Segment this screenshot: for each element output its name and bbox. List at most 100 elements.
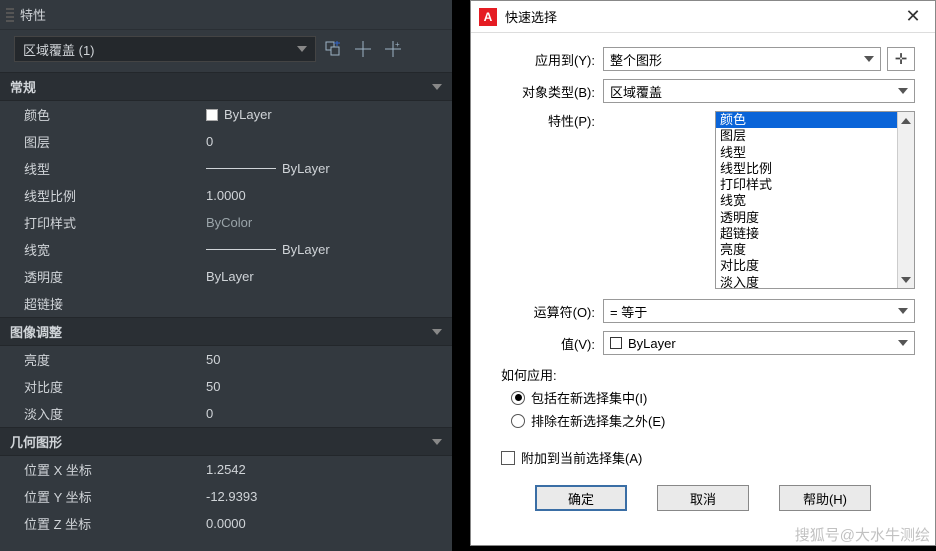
- object-type-label: 对象类型(B):: [491, 82, 603, 101]
- list-item[interactable]: 图层: [716, 128, 897, 144]
- properties-label: 特性(P):: [491, 111, 603, 130]
- properties-title: 特性: [20, 5, 46, 24]
- prop-label-plotstyle: 打印样式: [0, 209, 200, 236]
- object-type-selector-value: 区域覆盖 (1): [23, 40, 95, 59]
- list-item[interactable]: 透明度: [716, 210, 897, 226]
- list-item[interactable]: 对比度: [716, 258, 897, 274]
- pick-objects-button[interactable]: ✛: [887, 47, 915, 71]
- prop-label-transparency: 透明度: [0, 263, 200, 290]
- quick-select-icon: +: [385, 41, 401, 57]
- list-item[interactable]: 线型比例: [716, 161, 897, 177]
- prop-value-brightness[interactable]: 50: [200, 346, 452, 373]
- triangle-up-icon: [901, 118, 911, 124]
- append-checkbox[interactable]: [501, 451, 515, 465]
- apply-to-select[interactable]: 整个图形: [603, 47, 881, 71]
- value-select[interactable]: ByLayer: [603, 331, 915, 355]
- operator-select[interactable]: = 等于: [603, 299, 915, 323]
- chevron-down-icon: [297, 46, 307, 52]
- properties-title-bar[interactable]: 特性: [0, 0, 452, 30]
- list-item[interactable]: 超链接: [716, 226, 897, 242]
- chevron-down-icon: [864, 56, 874, 62]
- object-selector-row: 区域覆盖 (1) +: [0, 30, 452, 72]
- append-checkbox-label: 附加到当前选择集(A): [521, 448, 642, 467]
- listbox-scrollbar[interactable]: [897, 112, 914, 288]
- quick-select-button[interactable]: +: [380, 36, 406, 62]
- prop-value-fade[interactable]: 0: [200, 400, 452, 427]
- color-swatch-icon: [610, 337, 622, 349]
- list-item[interactable]: 亮度: [716, 242, 897, 258]
- prop-value-layer[interactable]: 0: [200, 128, 452, 155]
- list-item[interactable]: 线宽: [716, 193, 897, 209]
- select-objects-button[interactable]: [350, 36, 376, 62]
- quick-select-dialog: A 快速选择 ✕ 应用到(Y): 整个图形 ✛ 对象类型(B): 区域覆盖: [470, 0, 936, 546]
- prop-value-contrast[interactable]: 50: [200, 373, 452, 400]
- drag-grip-icon: [6, 8, 14, 22]
- value-label: 值(V):: [491, 334, 603, 353]
- list-item[interactable]: 打印样式: [716, 177, 897, 193]
- toggle-pickadd-button[interactable]: [320, 36, 346, 62]
- group-header-label: 图像调整: [10, 322, 62, 341]
- object-type-value: 区域覆盖: [610, 82, 662, 101]
- radio-include-label: 包括在新选择集中(I): [531, 388, 647, 407]
- list-item[interactable]: 线型: [716, 145, 897, 161]
- prop-value-ltscale[interactable]: 1.0000: [200, 182, 452, 209]
- list-item[interactable]: 淡入度: [716, 275, 897, 289]
- operator-value: = 等于: [610, 302, 647, 321]
- group-header-label: 几何图形: [10, 432, 62, 451]
- group-header-general[interactable]: 常规: [0, 72, 452, 101]
- prop-label-pos-y: 位置 Y 坐标: [0, 483, 200, 510]
- operator-label: 运算符(O):: [491, 302, 603, 321]
- object-type-select[interactable]: 区域覆盖: [603, 79, 915, 103]
- radio-include[interactable]: [511, 391, 525, 405]
- value-select-value: ByLayer: [628, 336, 676, 351]
- chevron-down-icon: [898, 308, 908, 314]
- toggle-pickadd-icon: [325, 41, 341, 57]
- prop-value-color[interactable]: ByLayer: [200, 101, 452, 128]
- object-type-selector[interactable]: 区域覆盖 (1): [14, 36, 316, 62]
- prop-label-brightness: 亮度: [0, 346, 200, 373]
- radio-exclude-label: 排除在新选择集之外(E): [531, 411, 665, 430]
- chevron-down-icon: [432, 84, 442, 90]
- line-sample-icon: [206, 168, 276, 169]
- close-button[interactable]: ✕: [899, 3, 927, 31]
- chevron-down-icon: [432, 329, 442, 335]
- prop-label-lineweight: 线宽: [0, 236, 200, 263]
- prop-value-linetype[interactable]: ByLayer: [200, 155, 452, 182]
- properties-listbox[interactable]: 颜色图层线型线型比例打印样式线宽透明度超链接亮度对比度淡入度位置 X 坐标: [715, 111, 915, 289]
- cancel-button[interactable]: 取消: [657, 485, 749, 511]
- include-radio-row[interactable]: 包括在新选择集中(I): [511, 388, 915, 407]
- prop-label-layer: 图层: [0, 128, 200, 155]
- prop-value-pos-z[interactable]: 0.0000: [200, 510, 452, 537]
- scroll-down-button[interactable]: [898, 271, 914, 288]
- prop-label-linetype: 线型: [0, 155, 200, 182]
- svg-text:+: +: [395, 41, 400, 49]
- close-icon: ✕: [905, 6, 920, 27]
- apply-to-value: 整个图形: [610, 50, 662, 69]
- exclude-radio-row[interactable]: 排除在新选择集之外(E): [511, 411, 915, 430]
- prop-value-lineweight[interactable]: ByLayer: [200, 236, 452, 263]
- prop-label-contrast: 对比度: [0, 373, 200, 400]
- prop-value-pos-y[interactable]: -12.9393: [200, 483, 452, 510]
- prop-value-plotstyle: ByColor: [200, 209, 452, 236]
- ok-button[interactable]: 确定: [535, 485, 627, 511]
- radio-exclude[interactable]: [511, 414, 525, 428]
- group-header-label: 常规: [10, 77, 36, 96]
- color-swatch-icon: [206, 109, 218, 121]
- prop-label-color: 颜色: [0, 101, 200, 128]
- prop-label-fade: 淡入度: [0, 400, 200, 427]
- group-header-geometry[interactable]: 几何图形: [0, 427, 452, 456]
- append-check-row[interactable]: 附加到当前选择集(A): [501, 448, 915, 467]
- list-item[interactable]: 颜色: [716, 112, 897, 128]
- apply-to-label: 应用到(Y):: [491, 50, 603, 69]
- prop-label-pos-z: 位置 Z 坐标: [0, 510, 200, 537]
- prop-label-pos-x: 位置 X 坐标: [0, 456, 200, 483]
- select-objects-icon: [355, 41, 371, 57]
- prop-value-pos-x[interactable]: 1.2542: [200, 456, 452, 483]
- scroll-up-button[interactable]: [898, 112, 914, 129]
- group-header-image-adjust[interactable]: 图像调整: [0, 317, 452, 346]
- prop-value-hyperlink[interactable]: [200, 290, 452, 317]
- prop-label-ltscale: 线型比例: [0, 182, 200, 209]
- prop-value-transparency[interactable]: ByLayer: [200, 263, 452, 290]
- help-button[interactable]: 帮助(H): [779, 485, 871, 511]
- dialog-title-bar[interactable]: A 快速选择 ✕: [471, 1, 935, 33]
